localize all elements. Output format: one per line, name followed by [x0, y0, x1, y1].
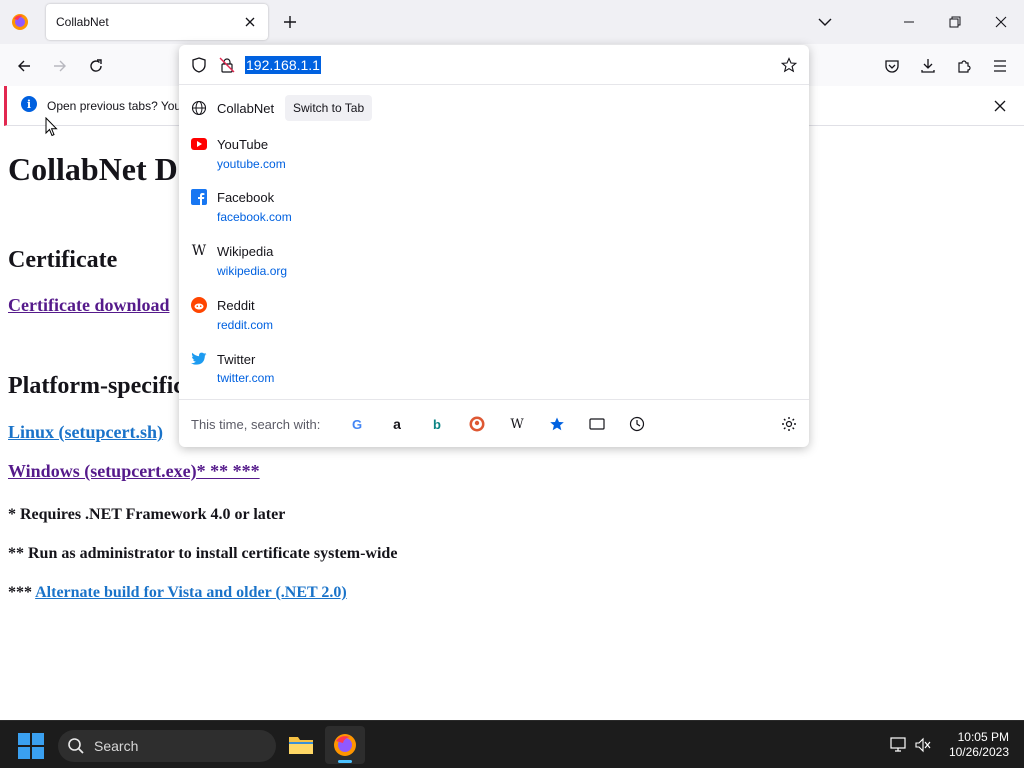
search-with-label: This time, search with: — [191, 417, 321, 432]
hamburger-menu-icon[interactable] — [986, 52, 1014, 80]
tab-title: CollabNet — [56, 15, 109, 29]
certificate-download-link[interactable]: Certificate download — [8, 295, 169, 316]
forward-arrow-icon[interactable] — [46, 52, 74, 80]
suggestion-title: Reddit — [217, 298, 255, 313]
close-window-icon[interactable] — [987, 8, 1015, 36]
back-arrow-icon[interactable] — [10, 52, 38, 80]
reload-icon[interactable] — [82, 52, 110, 80]
taskbar-search-box[interactable]: Search — [58, 730, 276, 762]
close-tab-icon[interactable] — [240, 12, 260, 32]
platform-heading: Platform-specific — [8, 373, 184, 399]
downloads-icon[interactable] — [914, 52, 942, 80]
file-explorer-icon[interactable] — [281, 726, 321, 764]
bing-icon[interactable]: b — [427, 414, 447, 434]
note-dotnet: * Requires .NET Framework 4.0 or later — [8, 506, 286, 523]
twitter-icon — [190, 350, 208, 368]
page-title: CollabNet D — [8, 151, 178, 187]
windows-link[interactable]: Windows (setupcert.exe) — [8, 461, 197, 481]
tab-collabnet[interactable]: CollabNet — [46, 4, 268, 40]
tracking-protection-shield-icon[interactable] — [189, 55, 209, 75]
suggestion-url: wikipedia.org — [217, 264, 288, 278]
note-admin: ** Run as administrator to install certi… — [8, 545, 398, 562]
windows-link-suffix: * ** *** — [196, 461, 260, 481]
facebook-icon — [190, 188, 208, 206]
restore-icon[interactable] — [941, 8, 969, 36]
suggestion-title: Facebook — [217, 190, 275, 205]
bookmarks-icon[interactable] — [547, 414, 567, 434]
windows-taskbar: Search 10:05 PM 10/26/2023 — [0, 720, 1024, 768]
clock-date: 10/26/2023 — [948, 745, 1009, 759]
suggestion-title: CollabNet — [217, 101, 275, 116]
suggestion-title: Twitter — [217, 352, 256, 367]
amazon-icon[interactable]: a — [387, 414, 407, 434]
suggestion-open-tab[interactable]: CollabNet Switch to Tab — [179, 85, 809, 131]
reddit-icon — [190, 296, 208, 314]
suggestion-url: youtube.com — [217, 157, 286, 171]
notification-text: Open previous tabs? You — [47, 99, 182, 113]
volume-muted-icon[interactable] — [913, 735, 933, 755]
network-icon[interactable] — [888, 735, 908, 755]
switch-to-tab-button[interactable]: Switch to Tab — [285, 95, 373, 121]
tabs-icon[interactable] — [587, 414, 607, 434]
extensions-icon[interactable] — [950, 52, 978, 80]
firefox-logo-icon — [10, 12, 30, 32]
mouse-cursor-icon — [45, 116, 59, 137]
minimize-icon[interactable] — [895, 8, 923, 36]
suggestion-title: Wikipedia — [217, 244, 274, 259]
windows-start-icon[interactable] — [18, 733, 44, 759]
alternate-build-link[interactable]: Alternate build for Vista and older (.NE… — [35, 584, 347, 601]
url-text[interactable]: 192.168.1.1 — [245, 56, 321, 74]
linux-link[interactable]: Linux (setupcert.sh) — [8, 422, 163, 443]
youtube-icon — [190, 135, 208, 153]
windows-link-group: Windows (setupcert.exe)* ** *** — [8, 461, 260, 482]
active-app-indicator — [338, 760, 352, 763]
globe-icon — [190, 99, 208, 117]
suggestion-url: twitter.com — [217, 371, 275, 385]
suggestion-url: reddit.com — [217, 318, 274, 332]
one-off-search-bar: This time, search with: G a b W — [179, 399, 809, 447]
suggestion-wikipedia[interactable]: W Wikipedia wikipedia.org — [179, 242, 809, 294]
pocket-icon[interactable] — [878, 52, 906, 80]
system-clock[interactable]: 10:05 PM 10/26/2023 — [949, 730, 1009, 760]
note-alternate-prefix: *** — [8, 584, 32, 601]
url-input-field[interactable]: 192.168.1.1 — [179, 45, 809, 85]
suggestion-facebook[interactable]: Facebook facebook.com — [179, 188, 809, 240]
close-notification-icon[interactable] — [990, 96, 1010, 116]
note-alternate: *** Alternate build for Vista and older … — [8, 584, 347, 602]
suggestion-title: YouTube — [217, 137, 269, 152]
certificate-heading: Certificate — [8, 247, 118, 273]
search-icon — [68, 738, 84, 754]
history-icon[interactable] — [627, 414, 647, 434]
bookmark-star-icon[interactable] — [779, 55, 799, 75]
duckduckgo-icon[interactable] — [467, 414, 487, 434]
urlbar-dropdown: 192.168.1.1 CollabNet Switch to Tab YouT… — [179, 45, 809, 447]
search-settings-gear-icon[interactable] — [779, 414, 799, 434]
suggestion-twitter[interactable]: Twitter twitter.com — [179, 350, 809, 398]
wikipedia-icon: W — [191, 243, 207, 259]
insecure-lock-icon[interactable] — [217, 55, 237, 75]
taskbar-search-placeholder: Search — [94, 738, 139, 754]
clock-time: 10:05 PM — [957, 730, 1009, 744]
tab-strip: CollabNet — [0, 0, 1024, 44]
firefox-taskbar-icon[interactable] — [325, 726, 365, 764]
suggestion-url: facebook.com — [217, 210, 292, 224]
wikipedia-icon[interactable]: W — [507, 414, 527, 434]
list-all-tabs-chevron-icon[interactable] — [814, 11, 836, 33]
new-tab-plus-icon[interactable] — [279, 11, 301, 33]
suggestion-youtube[interactable]: YouTube youtube.com — [179, 135, 809, 187]
info-icon: i — [21, 96, 37, 112]
google-icon[interactable]: G — [347, 414, 367, 434]
suggestion-reddit[interactable]: Reddit reddit.com — [179, 296, 809, 348]
